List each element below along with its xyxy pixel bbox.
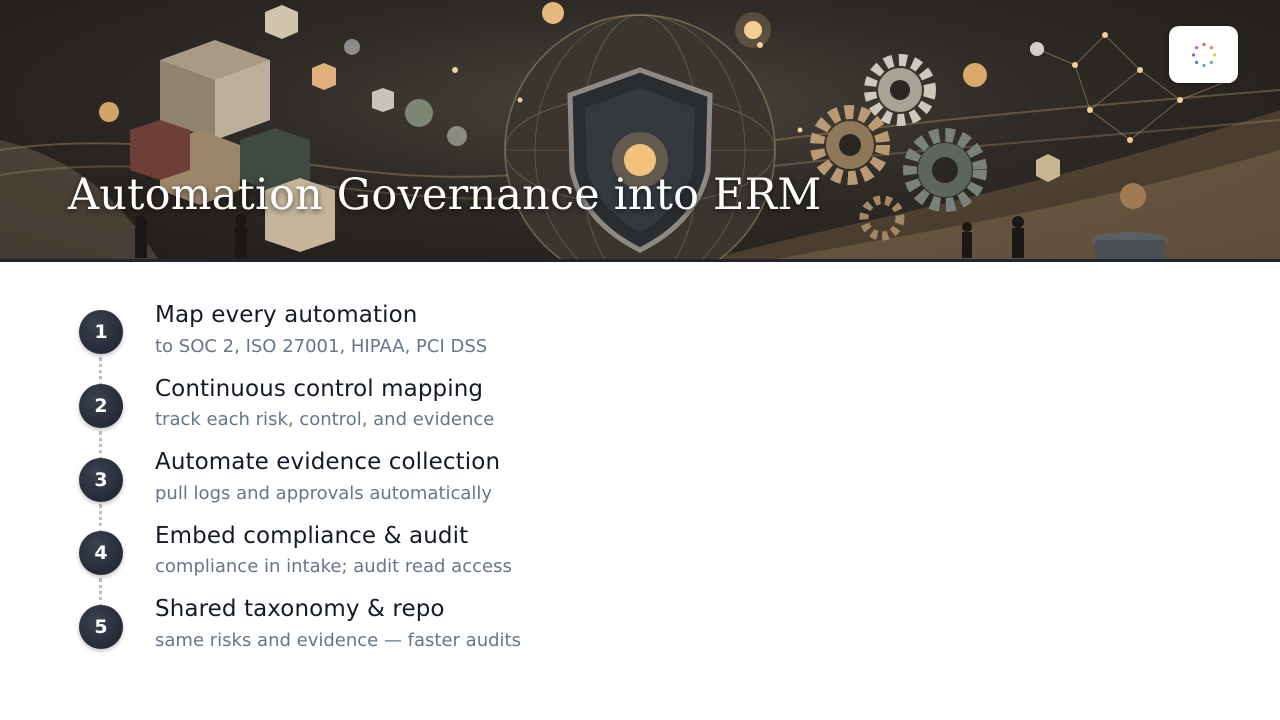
step-heading: Embed compliance & audit [155,523,469,549]
step-heading: Continuous control mapping [155,376,484,402]
step-subtitle: to SOC 2, ISO 27001, HIPAA, PCI DSS [155,336,488,357]
step-heading: Shared taxonomy & repo [155,596,445,622]
step-number-badge: 3 [79,458,123,502]
step-subtitle: compliance in intake; audit read access [155,556,512,577]
step-connector [99,357,102,387]
step-heading: Map every automation [155,302,418,328]
step-number-badge: 4 [79,531,123,575]
step-number-badge: 5 [79,605,123,649]
steps-list: 1 Map every automation to SOC 2, ISO 270… [0,0,1280,720]
step-heading: Automate evidence collection [155,449,501,475]
step-number-badge: 2 [79,384,123,428]
step-subtitle: same risks and evidence — faster audits [155,630,521,651]
step-subtitle: track each risk, control, and evidence [155,409,495,430]
step-number-badge: 1 [79,310,123,354]
step-subtitle: pull logs and approvals automatically [155,483,493,504]
step-connector [99,578,102,608]
step-connector [99,504,102,534]
step-connector [99,431,102,461]
